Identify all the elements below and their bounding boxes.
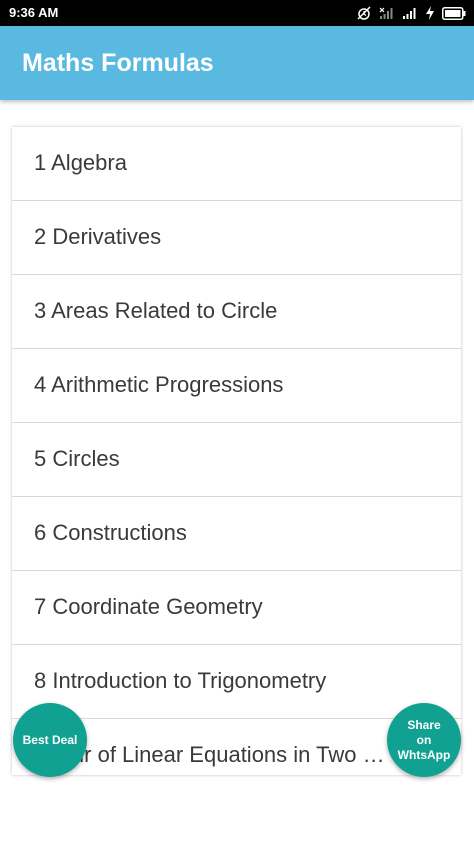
- share-label: Share on WhtsApp: [394, 718, 454, 763]
- alarm-off-icon: [356, 5, 372, 21]
- share-label-line1: Share: [407, 717, 441, 732]
- list-item-derivatives[interactable]: 2 Derivatives: [12, 201, 461, 275]
- list-item-circles[interactable]: 5 Circles: [12, 423, 461, 497]
- list-item-label: 3 Areas Related to Circle: [34, 298, 278, 323]
- list-item-introduction-to-trigonometry[interactable]: 8 Introduction to Trigonometry: [12, 645, 461, 719]
- list-item-label: 6 Constructions: [34, 520, 187, 545]
- status-bar: 9:36 AM: [0, 0, 474, 26]
- share-label-line3: WhtsApp: [397, 747, 451, 762]
- list-item-arithmetic-progressions[interactable]: 4 Arithmetic Progressions: [12, 349, 461, 423]
- list-item-label: 7 Coordinate Geometry: [34, 594, 263, 619]
- app-title: Maths Formulas: [22, 49, 214, 77]
- list-item-algebra[interactable]: 1 Algebra: [12, 127, 461, 201]
- share-label-line2: on: [416, 732, 432, 747]
- app-bar: Maths Formulas: [0, 26, 474, 100]
- list-item-label: 5 Circles: [34, 446, 120, 471]
- topic-list[interactable]: 1 Algebra 2 Derivatives 3 Areas Related …: [12, 127, 461, 775]
- list-item-areas-related-to-circle[interactable]: 3 Areas Related to Circle: [12, 275, 461, 349]
- list-item-label: 9 Pair of Linear Equations in Two Variab…: [34, 742, 389, 767]
- signal-icon: [402, 6, 418, 20]
- charging-icon: [425, 5, 435, 21]
- list-item-label: 2 Derivatives: [34, 224, 162, 249]
- list-item-label: 1 Algebra: [34, 150, 127, 175]
- screen: 9:36 AM Maths Formulas 1 Algebra 2 Deriv…: [0, 0, 474, 842]
- list-item-constructions[interactable]: 6 Constructions: [12, 497, 461, 571]
- list-item-label: 4 Arithmetic Progressions: [34, 372, 284, 397]
- share-on-whatsapp-button[interactable]: Share on WhtsApp: [387, 703, 461, 777]
- best-deal-button[interactable]: Best Deal: [13, 703, 87, 777]
- status-icons: [356, 5, 466, 21]
- signal-x-icon: [379, 6, 395, 20]
- battery-icon: [442, 6, 466, 20]
- status-time: 9:36 AM: [9, 5, 59, 20]
- list-item-label: 8 Introduction to Trigonometry: [34, 668, 327, 693]
- best-deal-label: Best Deal: [22, 732, 78, 747]
- list-item-coordinate-geometry[interactable]: 7 Coordinate Geometry: [12, 571, 461, 645]
